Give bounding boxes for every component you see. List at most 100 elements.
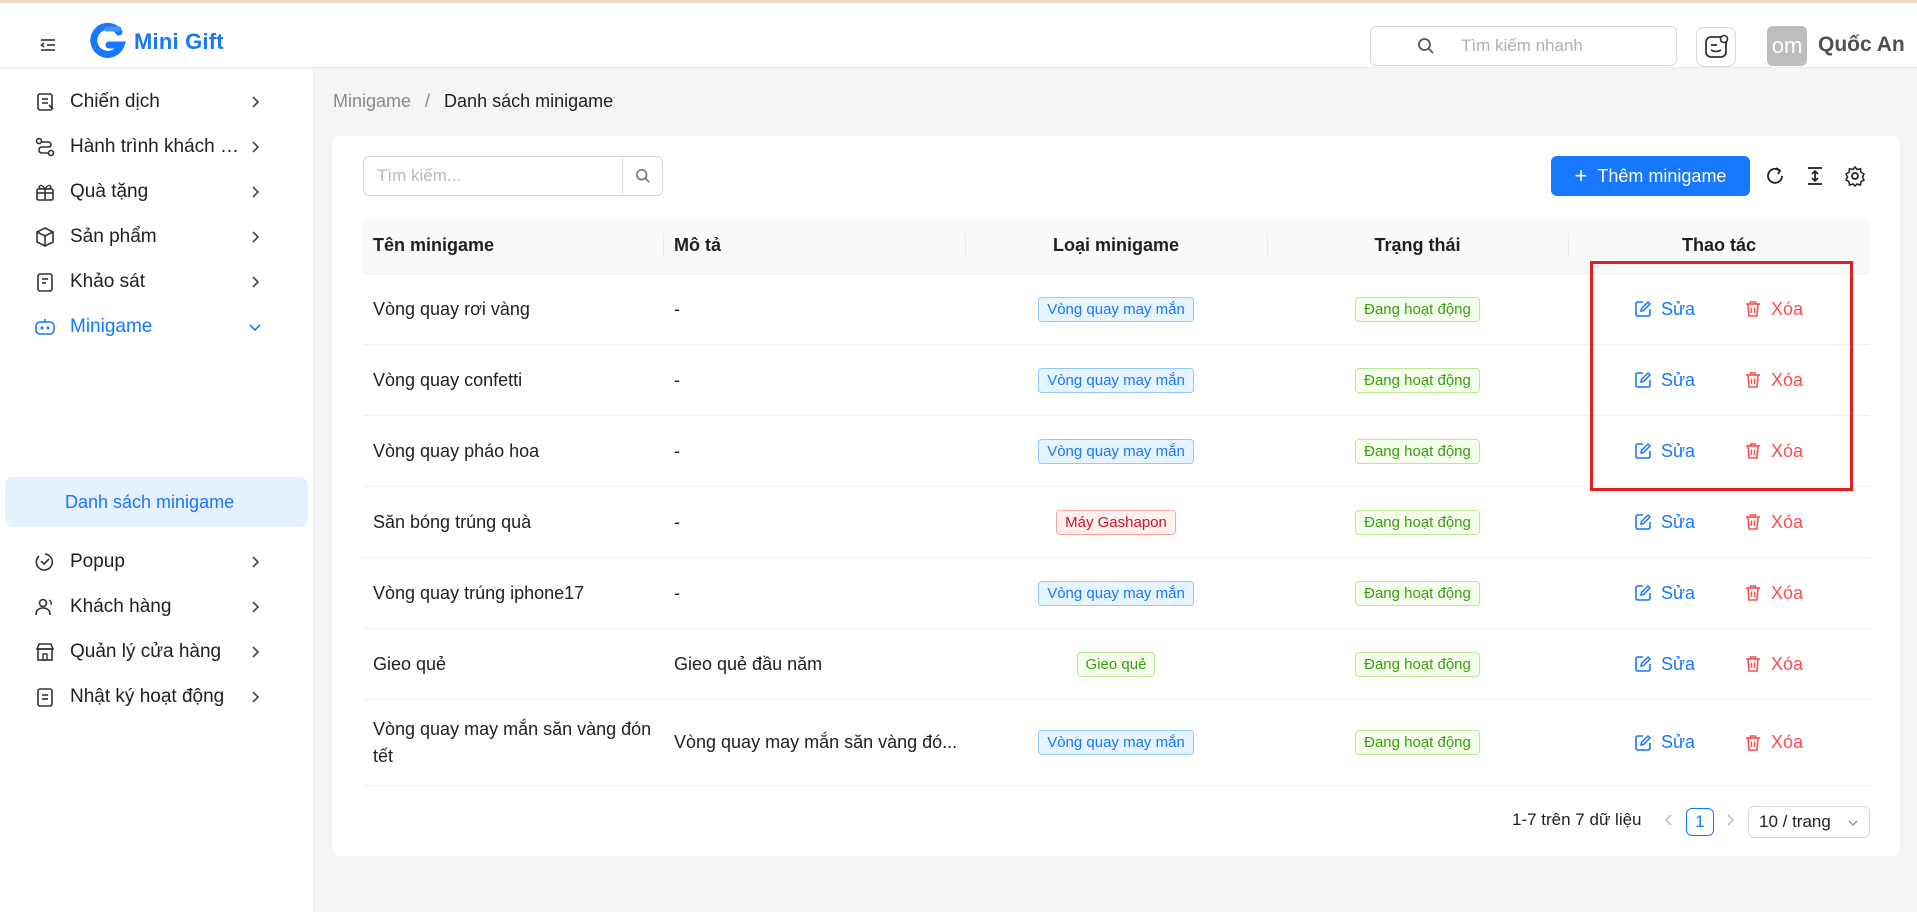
type-tag: Máy Gashapon [1056,509,1176,535]
page-size-select[interactable]: 10 / trang [1748,806,1870,838]
status-tag: Đang hoạt động [1355,438,1480,464]
sidebar-item-label: Chiến dịch [70,91,160,112]
quick-search-box[interactable] [1370,26,1677,66]
trash-icon [1746,301,1760,317]
column-header-description: Mô tả [674,235,721,255]
edit-button[interactable]: Sửa [1633,345,1695,415]
edit-label: Sửa [1661,511,1696,532]
cell-status: Đang hoạt động [1267,487,1568,557]
gamepad-icon [35,319,55,335]
sidebar-item-label: Quà tặng [70,181,149,202]
edit-button[interactable]: Sửa [1633,700,1695,785]
sidebar-item-minigame[interactable]: Minigame [0,304,314,350]
delete-label: Xóa [1771,298,1804,319]
delete-button[interactable]: Xóa [1743,487,1803,557]
plus-icon: + [1574,163,1588,188]
table-search-button[interactable] [622,157,662,195]
table-search-box[interactable] [363,156,663,196]
app-name: Mini Gift [134,29,224,54]
density-icon[interactable] [1804,165,1826,187]
table-row: Săn bóng trúng quà - Máy Gashapon Đang hoạt… [363,487,1870,558]
type-tag: Vòng quay may mắn [1038,296,1194,322]
log-icon [37,688,53,707]
delete-label: Xóa [1771,653,1804,674]
cell-description: Vòng quay may mắn săn vàng đó... [674,732,958,752]
chevron-down-icon [249,324,261,332]
chevron-right-icon[interactable] [1723,813,1737,827]
table-row: Vòng quay may mắn săn vàng đón tết Vòng q… [363,700,1870,786]
quick-search-input[interactable] [1461,36,1661,56]
breadcrumb: Minigame / Danh sách minigame [333,91,613,112]
cell-description: - [674,440,680,461]
refresh-icon[interactable] [1764,165,1786,187]
cell-name: Vòng quay rơi vàng [373,298,530,319]
delete-label: Xóa [1771,440,1804,461]
cell-name: Vòng quay pháo hoa [373,440,540,461]
delete-button[interactable]: Xóa [1743,558,1803,628]
survey-icon [37,273,53,292]
cell-status: Đang hoạt động [1267,629,1568,699]
delete-button[interactable]: Xóa [1743,700,1803,785]
sidebar-item-survey[interactable]: Khảo sát [0,259,314,305]
cell-type: Máy Gashapon [965,487,1267,557]
cell-status: Đang hoạt động [1267,274,1568,344]
chevron-right-icon [252,601,260,613]
cell-name: Vòng quay confetti [373,369,523,390]
sidebar-item-journey[interactable]: Hành trình khách hàng [0,124,314,170]
column-header-type: Loại minigame [1052,235,1180,255]
users-icon [35,598,52,616]
delete-button[interactable]: Xóa [1743,274,1803,344]
top-header: Mini Gift om Quốc An [0,3,1917,68]
sidebar-item-customer[interactable]: Khách hàng [0,584,314,630]
notification-icon [1705,34,1729,58]
sidebar-item-popup[interactable]: Popup [0,539,314,585]
sidebar-item-gift[interactable]: Quà tặng [0,169,314,215]
add-minigame-button[interactable]: + Thêm minigame [1551,156,1750,196]
notification-button[interactable] [1696,27,1736,67]
edit-button[interactable]: Sửa [1633,416,1695,486]
cell-type: Gieo quẻ [965,629,1267,699]
cell-description: - [674,298,680,319]
edit-button[interactable]: Sửa [1633,558,1695,628]
pagination-page-1[interactable]: 1 [1686,808,1714,836]
sidebar-item-label: Nhật ký hoạt động [70,686,225,707]
type-tag: Vòng quay may mắn [1038,438,1194,464]
journey-icon [35,137,55,157]
cell-status: Đang hoạt động [1267,700,1568,785]
user-name[interactable]: Quốc An [1818,33,1905,57]
edit-label: Sửa [1661,582,1696,603]
delete-button[interactable]: Xóa [1743,629,1803,699]
sidebar-item-label: Khảo sát [70,271,145,292]
trash-icon [1746,656,1760,672]
app-logo[interactable]: Mini Gift [88,23,224,61]
type-tag: Gieo quẻ [1076,651,1156,677]
breadcrumb-current: Danh sách minigame [444,91,614,111]
sidebar-item-store[interactable]: Quản lý cửa hàng [0,629,314,675]
delete-button[interactable]: Xóa [1743,416,1803,486]
avatar[interactable]: om [1767,26,1807,66]
sidebar-item-product[interactable]: Sản phẩm [0,214,314,260]
pagination-total: 1-7 trên 7 dữ liệu [1512,810,1642,829]
type-tag: Vòng quay may mắn [1038,730,1194,755]
sidebar-item-label: Khách hàng [70,596,172,617]
chevron-left-icon[interactable] [1662,813,1676,827]
edit-button[interactable]: Sửa [1633,487,1695,557]
table-search-input[interactable] [364,157,622,195]
gear-icon[interactable] [1844,165,1866,187]
delete-button[interactable]: Xóa [1743,345,1803,415]
store-icon [35,643,55,661]
sidebar-item-activity-log[interactable]: Nhật ký hoạt động [0,674,314,720]
menu-collapse-icon[interactable] [38,35,58,55]
edit-button[interactable]: Sửa [1633,629,1695,699]
trash-icon [1746,443,1760,459]
cell-type: Vòng quay may mắn [965,274,1267,344]
sidebar-subitem-minigame-list[interactable]: Danh sách minigame [5,477,308,527]
breadcrumb-parent[interactable]: Minigame [333,91,411,112]
chevron-right-icon [252,691,260,703]
edit-button[interactable]: Sửa [1633,274,1695,344]
type-tag: Vòng quay may mắn [1038,367,1194,393]
cell-name: Gieo quẻ [373,653,447,674]
sidebar-item-campaign[interactable]: Chiến dịch [0,79,314,125]
edit-icon [1635,655,1652,672]
edit-label: Sửa [1661,440,1696,461]
